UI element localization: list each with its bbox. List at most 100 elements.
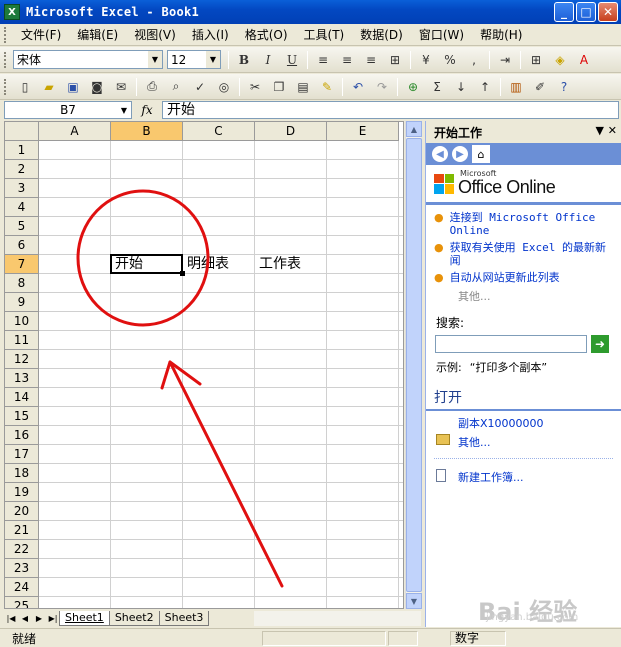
recent-file-item[interactable]: 副本X10000000 <box>458 415 621 431</box>
row-header-19[interactable]: 19 <box>5 483 39 502</box>
open-folder-icon[interactable]: ▰ <box>38 76 60 98</box>
row-header-14[interactable]: 14 <box>5 388 39 407</box>
new-workbook-item[interactable]: 新建工作簿... <box>436 469 621 485</box>
chevron-down-icon[interactable]: ▼ <box>117 102 131 118</box>
currency-icon[interactable]: ¥ <box>415 49 437 71</box>
sort-ascending-icon[interactable]: ↓ <box>450 76 472 98</box>
menu-insert[interactable]: 插入(I) <box>184 24 237 45</box>
chevron-down-icon[interactable]: ▼ <box>206 51 220 68</box>
close-button[interactable]: ✕ <box>598 2 618 22</box>
align-center-icon[interactable]: ≡ <box>336 49 358 71</box>
horizontal-scrollbar[interactable] <box>254 611 421 626</box>
column-header-b[interactable]: B <box>111 122 183 141</box>
next-sheet-icon[interactable]: ▶ <box>32 611 46 626</box>
row-header-5[interactable]: 5 <box>5 217 39 236</box>
row-header-22[interactable]: 22 <box>5 540 39 559</box>
row-header-18[interactable]: 18 <box>5 464 39 483</box>
menu-help[interactable]: 帮助(H) <box>472 24 530 45</box>
row-header-8[interactable]: 8 <box>5 274 39 293</box>
toolbar-grip[interactable] <box>4 78 7 95</box>
excel-app-icon[interactable]: X <box>4 4 20 20</box>
align-right-icon[interactable]: ≡ <box>360 49 382 71</box>
drawing-icon[interactable]: ✐ <box>529 76 551 98</box>
task-pane-menu-icon[interactable]: ▼ ✕ <box>595 124 617 137</box>
font-name-select[interactable]: 宋体 ▼ <box>13 50 163 69</box>
row-header-10[interactable]: 10 <box>5 312 39 331</box>
menu-grip[interactable] <box>4 26 7 43</box>
paste-icon[interactable]: ▤ <box>292 76 314 98</box>
row-header-17[interactable]: 17 <box>5 445 39 464</box>
tab-sheet2[interactable]: Sheet2 <box>108 611 160 626</box>
home-icon[interactable]: ⌂ <box>472 145 490 163</box>
select-all-corner[interactable] <box>5 122 39 141</box>
row-header-15[interactable]: 15 <box>5 407 39 426</box>
column-header-a[interactable]: A <box>39 122 111 141</box>
sort-descending-icon[interactable]: ↑ <box>474 76 496 98</box>
formula-input[interactable]: 开始 <box>162 101 619 119</box>
fill-handle[interactable] <box>180 271 185 276</box>
vertical-scrollbar[interactable]: ▲ ▼ <box>405 121 422 609</box>
worksheet-grid[interactable]: A B C D E 1 2 3 4 5 6 7 8 9 10 11 12 13 14 15 16 17 18 19 20 21 22… <box>4 121 404 609</box>
cut-icon[interactable]: ✂ <box>244 76 266 98</box>
undo-icon[interactable]: ↶ <box>347 76 369 98</box>
last-sheet-icon[interactable]: ▶| <box>46 611 60 626</box>
row-header-23[interactable]: 23 <box>5 559 39 578</box>
email-icon[interactable]: ✉ <box>110 76 132 98</box>
autosum-button[interactable]: Σ <box>426 76 448 98</box>
toolbar-grip[interactable] <box>4 51 7 68</box>
row-header-13[interactable]: 13 <box>5 369 39 388</box>
row-header-25[interactable]: 25 <box>5 597 39 608</box>
fx-icon[interactable]: fx <box>132 103 162 117</box>
font-color-icon[interactable]: A <box>573 49 595 71</box>
tab-sheet1[interactable]: Sheet1 <box>59 611 110 626</box>
hyperlink-icon[interactable]: ⊕ <box>402 76 424 98</box>
row-header-21[interactable]: 21 <box>5 521 39 540</box>
link-more[interactable]: 其他... <box>458 288 613 304</box>
redo-icon[interactable]: ↷ <box>371 76 393 98</box>
tab-sheet3[interactable]: Sheet3 <box>158 611 210 626</box>
back-icon[interactable]: ◀ <box>432 146 448 162</box>
fill-color-icon[interactable]: ◈ <box>549 49 571 71</box>
minimize-button[interactable]: _ <box>554 2 574 22</box>
prev-sheet-icon[interactable]: ◀ <box>18 611 32 626</box>
indent-icon[interactable]: ⇥ <box>494 49 516 71</box>
menu-view[interactable]: 视图(V) <box>126 24 184 45</box>
menu-edit[interactable]: 编辑(E) <box>69 24 126 45</box>
row-header-11[interactable]: 11 <box>5 331 39 350</box>
chevron-down-icon[interactable]: ▼ <box>148 51 162 68</box>
align-left-icon[interactable]: ≡ <box>312 49 334 71</box>
link-auto-update[interactable]: ● 自动从网站更新此列表 <box>434 271 613 284</box>
open-more-item[interactable]: 其他... <box>436 434 621 450</box>
row-header-4[interactable]: 4 <box>5 198 39 217</box>
name-box[interactable]: B7 ▼ <box>4 101 132 119</box>
scroll-up-icon[interactable]: ▲ <box>406 121 422 137</box>
row-header-9[interactable]: 9 <box>5 293 39 312</box>
row-header-1[interactable]: 1 <box>5 141 39 160</box>
forward-icon[interactable]: ▶ <box>452 146 468 162</box>
row-header-6[interactable]: 6 <box>5 236 39 255</box>
italic-button[interactable]: I <box>257 49 279 71</box>
row-header-12[interactable]: 12 <box>5 350 39 369</box>
link-news[interactable]: ● 获取有关使用 Excel 的最新新闻 <box>434 241 613 267</box>
scroll-thumb[interactable] <box>406 138 422 592</box>
menu-format[interactable]: 格式(O) <box>237 24 296 45</box>
help-icon[interactable]: ? <box>553 76 575 98</box>
search-input[interactable] <box>435 335 587 353</box>
chart-wizard-icon[interactable]: ▥ <box>505 76 527 98</box>
permission-icon[interactable]: ◙ <box>86 76 108 98</box>
link-connect[interactable]: ● 连接到 Microsoft Office Online <box>434 211 613 237</box>
copy-icon[interactable]: ❐ <box>268 76 290 98</box>
search-go-button[interactable]: ➜ <box>591 335 609 353</box>
menu-tools[interactable]: 工具(T) <box>296 24 353 45</box>
print-preview-icon[interactable]: ⌕ <box>165 76 187 98</box>
row-header-20[interactable]: 20 <box>5 502 39 521</box>
maximize-button[interactable]: □ <box>576 2 596 22</box>
cell-c7[interactable]: 明细表 <box>187 256 229 273</box>
comma-button[interactable]: , <box>463 49 485 71</box>
print-icon[interactable]: ⎙ <box>141 76 163 98</box>
menu-data[interactable]: 数据(D) <box>352 24 411 45</box>
bold-button[interactable]: B <box>233 49 255 71</box>
new-document-icon[interactable]: ▯ <box>14 76 36 98</box>
menu-file[interactable]: 文件(F) <box>13 24 69 45</box>
row-header-2[interactable]: 2 <box>5 160 39 179</box>
